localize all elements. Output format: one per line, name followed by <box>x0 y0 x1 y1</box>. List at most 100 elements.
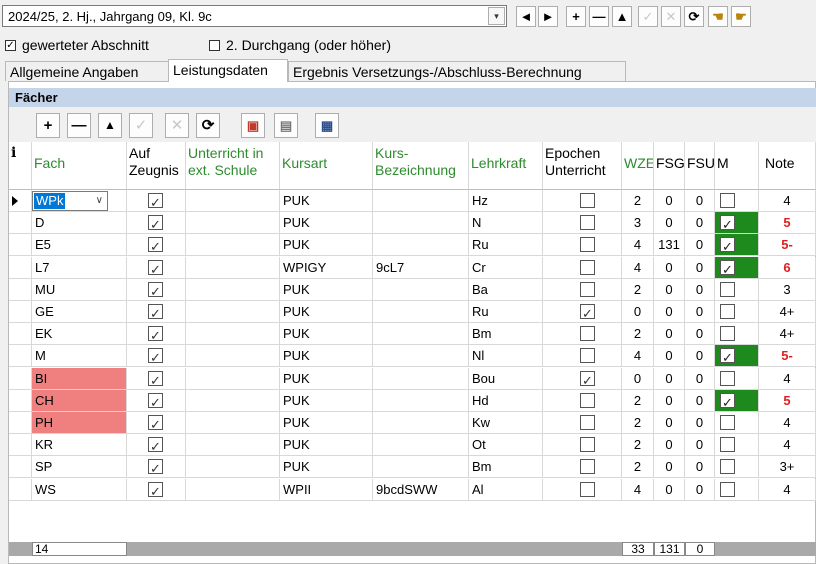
cell-fsu[interactable]: 0 <box>685 301 715 323</box>
header-fsu[interactable]: FSU <box>685 142 715 190</box>
table-row[interactable]: WSWPII9bcdSWWAl4004 <box>9 478 816 501</box>
next-button[interactable]: ► <box>538 6 558 27</box>
cell-lehrkraft[interactable]: Ru <box>469 301 543 323</box>
zeugnis-checkbox[interactable] <box>148 414 163 433</box>
cell-kurs-bezeichnung[interactable]: 9cL7 <box>373 256 469 279</box>
zeugnis-checkbox[interactable] <box>148 370 163 389</box>
cell-fsu[interactable]: 0 <box>685 278 715 301</box>
confirm-subject-button[interactable]: ✓ <box>129 113 153 138</box>
cell-auf-zeugnis[interactable] <box>127 256 186 279</box>
mahnung-checkbox[interactable] <box>720 259 735 278</box>
mahnung-checkbox[interactable] <box>720 437 735 453</box>
cell-m[interactable] <box>715 456 759 479</box>
copy-icon[interactable]: ▣ <box>241 113 265 138</box>
cell-fach[interactable]: PH <box>32 412 127 434</box>
cell-m[interactable] <box>715 367 759 390</box>
cell-unterricht-ext[interactable] <box>186 323 280 346</box>
cell-lehrkraft[interactable]: Kw <box>469 412 543 434</box>
cell-kursart[interactable]: PUK <box>280 301 373 323</box>
cell-kurs-bezeichnung[interactable] <box>373 212 469 235</box>
table-row[interactable]: E5 PUK Ru 41310 5- <box>9 234 816 257</box>
cell-m[interactable] <box>715 190 759 212</box>
cell-fsu[interactable]: 0 <box>685 212 715 235</box>
cell-unterricht-ext[interactable] <box>186 212 280 235</box>
zeugnis-checkbox[interactable] <box>148 214 163 233</box>
cell-wze[interactable]: 4 <box>622 345 654 368</box>
cell-wze[interactable]: 4 <box>622 256 654 279</box>
cell-unterricht-ext[interactable] <box>186 434 280 457</box>
cell-kursart[interactable]: PUK <box>280 345 373 368</box>
cell-wze[interactable]: 2 <box>622 190 654 212</box>
cell-unterricht-ext[interactable] <box>186 389 280 412</box>
cell-note[interactable]: 4 <box>759 367 816 390</box>
tab-ergebnis[interactable]: Ergebnis Versetzungs-/Abschluss-Berechnu… <box>288 61 626 81</box>
info-header[interactable]: i <box>9 142 32 190</box>
cell-fach[interactable]: MU <box>32 278 127 301</box>
epochen-checkbox[interactable] <box>580 348 595 364</box>
epochen-checkbox[interactable] <box>580 193 595 208</box>
zeugnis-checkbox[interactable] <box>148 392 163 411</box>
cell-lehrkraft[interactable]: Hd <box>469 389 543 412</box>
header-kurs-bezeichnung[interactable]: Kurs-Bezeichnung <box>373 142 469 190</box>
cell-fach[interactable]: GE <box>32 301 127 323</box>
cell-fsg[interactable]: 0 <box>654 434 685 457</box>
chevron-down-icon[interactable]: ▾ <box>488 7 505 25</box>
cancel-subject-button[interactable]: ✕ <box>165 113 189 138</box>
cell-unterricht-ext[interactable] <box>186 190 280 212</box>
cell-kurs-bezeichnung[interactable] <box>373 234 469 257</box>
chevron-down-icon[interactable]: ∨ <box>96 192 103 210</box>
cell-epochen[interactable] <box>543 323 622 346</box>
cell-kurs-bezeichnung[interactable] <box>373 278 469 301</box>
header-m[interactable]: M <box>715 142 759 190</box>
cell-fsg[interactable]: 131 <box>654 234 685 257</box>
table-row[interactable]: DPUKN3005 <box>9 212 816 235</box>
cell-epochen[interactable] <box>543 278 622 301</box>
cell-auf-zeugnis[interactable] <box>127 478 186 501</box>
period-select[interactable]: 2024/25, 2. Hj., Jahrgang 09, Kl. 9c ▾ <box>2 5 507 27</box>
mahnung-checkbox[interactable] <box>720 193 735 208</box>
hand-back-icon[interactable]: ☚ <box>708 6 728 27</box>
cell-m[interactable] <box>715 278 759 301</box>
cell-fsg[interactable]: 0 <box>654 412 685 434</box>
mahnung-checkbox[interactable] <box>720 326 735 342</box>
cell-m[interactable] <box>715 434 759 457</box>
cell-fach[interactable]: SP <box>32 456 127 479</box>
cell-lehrkraft[interactable]: Cr <box>469 256 543 279</box>
tab-allgemeine-angaben[interactable]: Allgemeine Angaben <box>5 61 169 81</box>
confirm-button[interactable]: ✓ <box>638 6 658 27</box>
cell-wze[interactable]: 4 <box>622 234 654 257</box>
add-subject-button[interactable]: + <box>36 113 60 138</box>
cell-kursart[interactable]: WPII <box>280 478 373 501</box>
cell-fsu[interactable]: 0 <box>685 367 715 390</box>
cell-fsg[interactable]: 0 <box>654 478 685 501</box>
cell-lehrkraft[interactable]: N <box>469 212 543 235</box>
epochen-checkbox[interactable] <box>580 281 595 297</box>
cell-fsg[interactable]: 0 <box>654 301 685 323</box>
cell-note[interactable]: 5 <box>759 389 816 412</box>
cell-epochen[interactable] <box>543 212 622 235</box>
cell-kurs-bezeichnung[interactable] <box>373 301 469 323</box>
cell-fsg[interactable]: 0 <box>654 323 685 346</box>
cell-lehrkraft[interactable]: Bou <box>469 367 543 390</box>
epochen-checkbox[interactable] <box>580 370 595 389</box>
cell-auf-zeugnis[interactable] <box>127 389 186 412</box>
epochen-checkbox[interactable] <box>580 237 595 253</box>
cell-unterricht-ext[interactable] <box>186 478 280 501</box>
cell-wze[interactable]: 0 <box>622 301 654 323</box>
cell-kursart[interactable]: PUK <box>280 434 373 457</box>
cell-wze[interactable]: 2 <box>622 323 654 346</box>
table-row[interactable]: CHPUKHd2005 <box>9 389 816 412</box>
cell-epochen[interactable] <box>543 389 622 412</box>
table-row[interactable]: KRPUKOt2004 <box>9 434 816 457</box>
mahnung-checkbox[interactable] <box>720 459 735 475</box>
cell-fsu[interactable]: 0 <box>685 389 715 412</box>
hand-forward-icon[interactable]: ☛ <box>731 6 751 27</box>
cell-fsg[interactable]: 0 <box>654 212 685 235</box>
cell-epochen[interactable] <box>543 367 622 390</box>
zeugnis-checkbox[interactable] <box>148 436 163 455</box>
epochen-checkbox[interactable] <box>580 415 595 430</box>
epochen-checkbox[interactable] <box>580 481 595 497</box>
mahnung-checkbox[interactable] <box>720 236 735 255</box>
mahnung-checkbox[interactable] <box>720 281 735 297</box>
cell-epochen[interactable] <box>543 412 622 434</box>
